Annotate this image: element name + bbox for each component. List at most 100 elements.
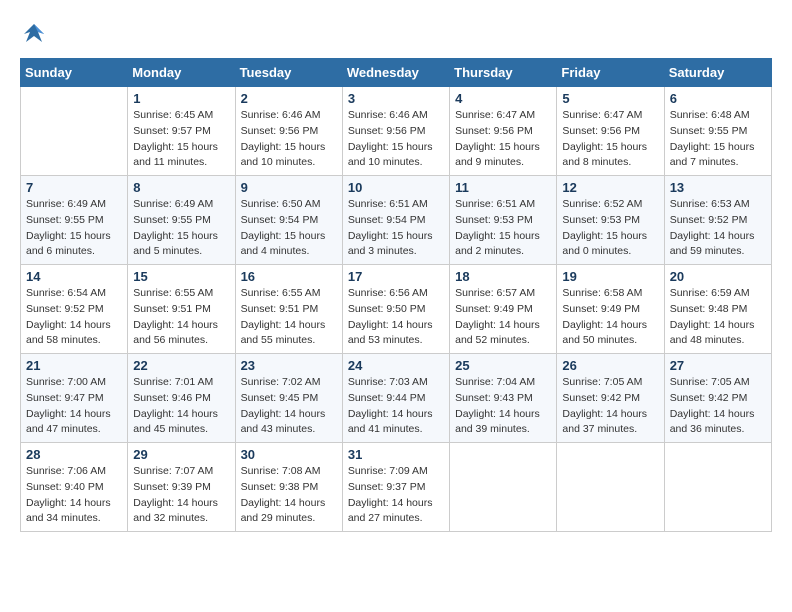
day-number: 19 [562,269,658,284]
day-info: Sunrise: 7:07 AM Sunset: 9:39 PM Dayligh… [133,464,229,527]
day-number: 20 [670,269,766,284]
calendar-cell: 21 Sunrise: 7:00 AM Sunset: 9:47 PM Dayli… [21,354,128,443]
day-info: Sunrise: 6:47 AM Sunset: 9:56 PM Dayligh… [455,108,551,171]
calendar-cell: 8 Sunrise: 6:49 AM Sunset: 9:55 PM Daylig… [128,176,235,265]
calendar-cell: 5Sunrise: 6:47 AM Sunset: 9:56 PM Daylig… [557,87,664,176]
column-header-friday: Friday [557,59,664,87]
calendar-week-4: 21 Sunrise: 7:00 AM Sunset: 9:47 PM Dayli… [21,354,772,443]
day-info: Sunrise: 6:58 AM Sunset: 9:49 PM Dayligh… [562,286,658,349]
column-header-saturday: Saturday [664,59,771,87]
calendar-cell [450,443,557,532]
calendar-cell [664,443,771,532]
day-info: Sunrise: 6:59 AM Sunset: 9:48 PM Dayligh… [670,286,766,349]
day-info: Sunrise: 6:53 AM Sunset: 9:52 PM Dayligh… [670,197,766,260]
day-number: 31 [348,447,444,462]
day-info: Sunrise: 6:46 AM Sunset: 9:56 PM Dayligh… [241,108,337,171]
day-number: 12 [562,180,658,195]
logo-icon [20,20,48,48]
day-info: Sunrise: 6:54 AM Sunset: 9:52 PM Dayligh… [26,286,122,349]
day-info: Sunrise: 6:55 AM Sunset: 9:51 PM Dayligh… [133,286,229,349]
day-number: 18 [455,269,551,284]
day-info: Sunrise: 7:05 AM Sunset: 9:42 PM Dayligh… [562,375,658,438]
day-number: 17 [348,269,444,284]
calendar-cell: 23 Sunrise: 7:02 AM Sunset: 9:45 PM Dayli… [235,354,342,443]
calendar-cell: 25 Sunrise: 7:04 AM Sunset: 9:43 PM Dayli… [450,354,557,443]
day-number: 1 [133,91,229,106]
column-header-thursday: Thursday [450,59,557,87]
calendar-cell: 31 Sunrise: 7:09 AM Sunset: 9:37 PM Dayli… [342,443,449,532]
day-info: Sunrise: 6:51 AM Sunset: 9:53 PM Dayligh… [455,197,551,260]
column-header-wednesday: Wednesday [342,59,449,87]
day-number: 9 [241,180,337,195]
calendar-cell: 22 Sunrise: 7:01 AM Sunset: 9:46 PM Dayli… [128,354,235,443]
day-info: Sunrise: 6:55 AM Sunset: 9:51 PM Dayligh… [241,286,337,349]
calendar-cell: 3 Sunrise: 6:46 AM Sunset: 9:56 PM Daylig… [342,87,449,176]
day-info: Sunrise: 6:48 AM Sunset: 9:55 PM Dayligh… [670,108,766,171]
column-header-monday: Monday [128,59,235,87]
day-info: Sunrise: 7:04 AM Sunset: 9:43 PM Dayligh… [455,375,551,438]
day-info: Sunrise: 6:51 AM Sunset: 9:54 PM Dayligh… [348,197,444,260]
day-info: Sunrise: 6:56 AM Sunset: 9:50 PM Dayligh… [348,286,444,349]
day-number: 14 [26,269,122,284]
calendar-cell: 16 Sunrise: 6:55 AM Sunset: 9:51 PM Dayli… [235,265,342,354]
day-info: Sunrise: 7:01 AM Sunset: 9:46 PM Dayligh… [133,375,229,438]
day-number: 4 [455,91,551,106]
calendar-cell: 19 Sunrise: 6:58 AM Sunset: 9:49 PM Dayli… [557,265,664,354]
day-info: Sunrise: 6:50 AM Sunset: 9:54 PM Dayligh… [241,197,337,260]
day-info: Sunrise: 6:52 AM Sunset: 9:53 PM Dayligh… [562,197,658,260]
calendar-week-3: 14 Sunrise: 6:54 AM Sunset: 9:52 PM Dayli… [21,265,772,354]
day-number: 6 [670,91,766,106]
calendar-week-5: 28 Sunrise: 7:06 AM Sunset: 9:40 PM Dayli… [21,443,772,532]
page-header [20,20,772,48]
calendar-cell: 26Sunrise: 7:05 AM Sunset: 9:42 PM Dayli… [557,354,664,443]
day-info: Sunrise: 7:06 AM Sunset: 9:40 PM Dayligh… [26,464,122,527]
day-number: 21 [26,358,122,373]
day-info: Sunrise: 7:08 AM Sunset: 9:38 PM Dayligh… [241,464,337,527]
calendar-cell: 15 Sunrise: 6:55 AM Sunset: 9:51 PM Dayli… [128,265,235,354]
day-number: 25 [455,358,551,373]
calendar-cell: 14 Sunrise: 6:54 AM Sunset: 9:52 PM Dayli… [21,265,128,354]
calendar-cell: 11 Sunrise: 6:51 AM Sunset: 9:53 PM Dayli… [450,176,557,265]
calendar-cell: 20 Sunrise: 6:59 AM Sunset: 9:48 PM Dayli… [664,265,771,354]
day-number: 13 [670,180,766,195]
column-header-sunday: Sunday [21,59,128,87]
calendar-cell: 12 Sunrise: 6:52 AM Sunset: 9:53 PM Dayli… [557,176,664,265]
day-number: 30 [241,447,337,462]
calendar-cell: 30 Sunrise: 7:08 AM Sunset: 9:38 PM Dayli… [235,443,342,532]
day-number: 8 [133,180,229,195]
day-info: Sunrise: 6:49 AM Sunset: 9:55 PM Dayligh… [133,197,229,260]
calendar-header-row: SundayMondayTuesdayWednesdayThursdayFrid… [21,59,772,87]
calendar-table: SundayMondayTuesdayWednesdayThursdayFrid… [20,58,772,532]
day-number: 29 [133,447,229,462]
day-number: 28 [26,447,122,462]
day-number: 3 [348,91,444,106]
calendar-cell: 28 Sunrise: 7:06 AM Sunset: 9:40 PM Dayli… [21,443,128,532]
calendar-cell: 29 Sunrise: 7:07 AM Sunset: 9:39 PM Dayli… [128,443,235,532]
day-number: 15 [133,269,229,284]
day-info: Sunrise: 7:05 AM Sunset: 9:42 PM Dayligh… [670,375,766,438]
calendar-cell: 4 Sunrise: 6:47 AM Sunset: 9:56 PM Daylig… [450,87,557,176]
calendar-cell: 10Sunrise: 6:51 AM Sunset: 9:54 PM Dayli… [342,176,449,265]
day-number: 23 [241,358,337,373]
day-info: Sunrise: 7:03 AM Sunset: 9:44 PM Dayligh… [348,375,444,438]
day-number: 24 [348,358,444,373]
calendar-cell: 7 Sunrise: 6:49 AM Sunset: 9:55 PM Daylig… [21,176,128,265]
day-number: 2 [241,91,337,106]
day-info: Sunrise: 7:02 AM Sunset: 9:45 PM Dayligh… [241,375,337,438]
calendar-cell [557,443,664,532]
calendar-week-2: 7 Sunrise: 6:49 AM Sunset: 9:55 PM Daylig… [21,176,772,265]
calendar-cell: 2 Sunrise: 6:46 AM Sunset: 9:56 PM Daylig… [235,87,342,176]
day-info: Sunrise: 7:00 AM Sunset: 9:47 PM Dayligh… [26,375,122,438]
calendar-cell: 6 Sunrise: 6:48 AM Sunset: 9:55 PM Daylig… [664,87,771,176]
calendar-cell: 17 Sunrise: 6:56 AM Sunset: 9:50 PM Dayli… [342,265,449,354]
day-number: 22 [133,358,229,373]
calendar-cell: 27 Sunrise: 7:05 AM Sunset: 9:42 PM Dayli… [664,354,771,443]
day-number: 11 [455,180,551,195]
day-info: Sunrise: 7:09 AM Sunset: 9:37 PM Dayligh… [348,464,444,527]
day-number: 7 [26,180,122,195]
day-number: 27 [670,358,766,373]
day-info: Sunrise: 6:49 AM Sunset: 9:55 PM Dayligh… [26,197,122,260]
day-number: 16 [241,269,337,284]
day-info: Sunrise: 6:45 AM Sunset: 9:57 PM Dayligh… [133,108,229,171]
day-info: Sunrise: 6:46 AM Sunset: 9:56 PM Dayligh… [348,108,444,171]
